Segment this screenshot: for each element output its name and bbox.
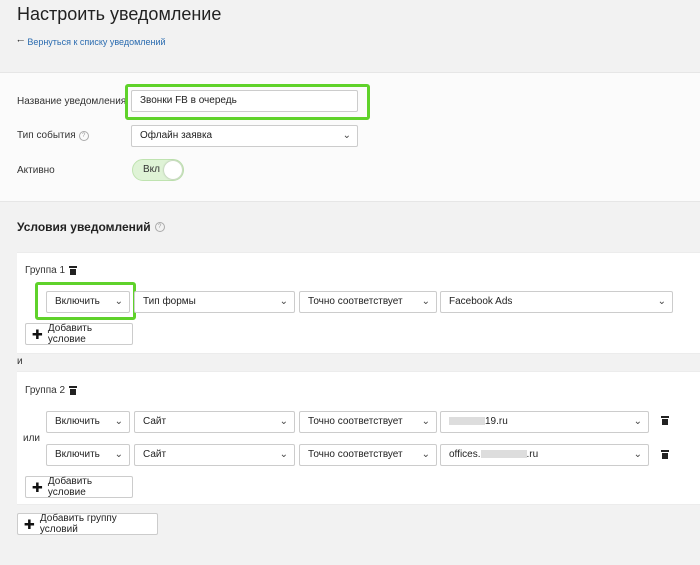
conditions-section-title: Условия уведомлений ? xyxy=(17,220,165,234)
back-link-label: Вернуться к списку уведомлений xyxy=(27,37,166,47)
active-label: Активно xyxy=(17,165,55,176)
chevron-down-icon: ⌄ xyxy=(421,416,430,427)
group-2-title: Группа 2 xyxy=(25,385,66,396)
event-type-value: Офлайн заявка xyxy=(140,130,213,141)
delete-row-button[interactable] xyxy=(661,416,669,428)
value-value: Facebook Ads xyxy=(449,296,513,307)
help-icon[interactable]: ? xyxy=(78,130,89,141)
toggle-knob xyxy=(164,161,182,179)
or-connector: или xyxy=(23,433,41,444)
chevron-down-icon: ⌄ xyxy=(279,416,288,427)
event-type-label: Тип события ? xyxy=(17,130,89,141)
operator-value: Точно соответствует xyxy=(308,416,403,427)
field-value: Сайт xyxy=(143,416,167,427)
page-header: Настроить уведомление 🠀 Вернуться к спис… xyxy=(0,0,700,70)
group-2-row-2-mode-select[interactable]: Включить ⌄ xyxy=(46,444,130,466)
page-title: Настроить уведомление xyxy=(17,4,222,24)
group-2-row-1-mode-select[interactable]: Включить ⌄ xyxy=(46,411,130,433)
redacted-block xyxy=(449,417,485,426)
plus-icon: ✚ xyxy=(24,516,35,532)
group-2-label: Группа 2 xyxy=(25,385,78,396)
redacted-block xyxy=(480,450,527,459)
active-toggle[interactable]: Вкл xyxy=(132,159,184,181)
chevron-down-icon: ⌄ xyxy=(114,449,123,460)
chevron-down-icon: ⌄ xyxy=(421,449,430,460)
plus-icon: ✚ xyxy=(32,479,43,495)
value-suffix: .ru xyxy=(526,449,539,460)
plus-icon: ✚ xyxy=(32,326,43,342)
mode-value: Включить xyxy=(55,416,100,427)
add-group-label: Добавить группу условий xyxy=(39,513,117,535)
add-condition-button[interactable]: ✚ Добавить условие xyxy=(25,476,133,498)
event-type-select[interactable]: Офлайн заявка ⌄ xyxy=(131,125,358,147)
conditions-title-text: Условия уведомлений xyxy=(17,220,151,234)
delete-row-button[interactable] xyxy=(661,450,669,462)
chevron-down-icon: ⌄ xyxy=(657,296,666,307)
field-value: Тип формы xyxy=(143,296,196,307)
trash-icon[interactable] xyxy=(69,266,78,275)
and-connector: и xyxy=(17,356,23,367)
group-2-row-1-operator-select[interactable]: Точно соответствует ⌄ xyxy=(299,411,437,433)
operator-value: Точно соответствует xyxy=(308,296,403,307)
field-value: Сайт xyxy=(143,449,167,460)
help-icon[interactable]: ? xyxy=(154,222,165,232)
group-2-row-2-operator-select[interactable]: Точно соответствует ⌄ xyxy=(299,444,437,466)
add-condition-label: Добавить условие xyxy=(47,476,93,498)
group-2-row-1-value-select[interactable]: 19.ru ⌄ xyxy=(440,411,649,433)
mode-select-highlight xyxy=(35,282,136,320)
name-input-highlight xyxy=(125,84,370,120)
chevron-down-icon: ⌄ xyxy=(421,296,430,307)
group-1-label: Группа 1 xyxy=(25,265,78,276)
trash-icon xyxy=(661,450,669,459)
chevron-down-icon: ⌄ xyxy=(342,130,351,141)
chevron-down-icon: ⌄ xyxy=(114,416,123,427)
chevron-down-icon: ⌄ xyxy=(633,416,642,427)
value-value: offices. xyxy=(449,449,481,460)
back-to-list-link[interactable]: 🠀 Вернуться к списку уведомлений xyxy=(17,34,166,50)
add-condition-group-button[interactable]: ✚ Добавить группу условий xyxy=(17,513,158,535)
group-1-row-1-operator-select[interactable]: Точно соответствует ⌄ xyxy=(299,291,437,313)
group-2-row-2-field-select[interactable]: Сайт ⌄ xyxy=(134,444,295,466)
operator-value: Точно соответствует xyxy=(308,449,403,460)
arrow-left-icon: 🠀 xyxy=(17,36,25,46)
event-type-label-text: Тип события xyxy=(17,130,76,141)
group-2-row-2-value-select[interactable]: offices. .ru ⌄ xyxy=(440,444,649,466)
add-condition-button[interactable]: ✚ Добавить условие xyxy=(25,323,133,345)
name-label: Название уведомления xyxy=(17,96,127,107)
toggle-label: Вкл xyxy=(143,164,160,175)
add-condition-label: Добавить условие xyxy=(47,323,93,345)
group-1-row-1-field-select[interactable]: Тип формы ⌄ xyxy=(134,291,295,313)
chevron-down-icon: ⌄ xyxy=(279,296,288,307)
trash-icon xyxy=(661,416,669,425)
group-1-row-1-value-select[interactable]: Facebook Ads ⌄ xyxy=(440,291,673,313)
chevron-down-icon: ⌄ xyxy=(279,449,288,460)
group-2-row-1-field-select[interactable]: Сайт ⌄ xyxy=(134,411,295,433)
trash-icon[interactable] xyxy=(69,386,78,395)
chevron-down-icon: ⌄ xyxy=(633,449,642,460)
mode-value: Включить xyxy=(55,449,100,460)
value-value: 19.ru xyxy=(485,416,508,427)
group-1-title: Группа 1 xyxy=(25,265,66,276)
